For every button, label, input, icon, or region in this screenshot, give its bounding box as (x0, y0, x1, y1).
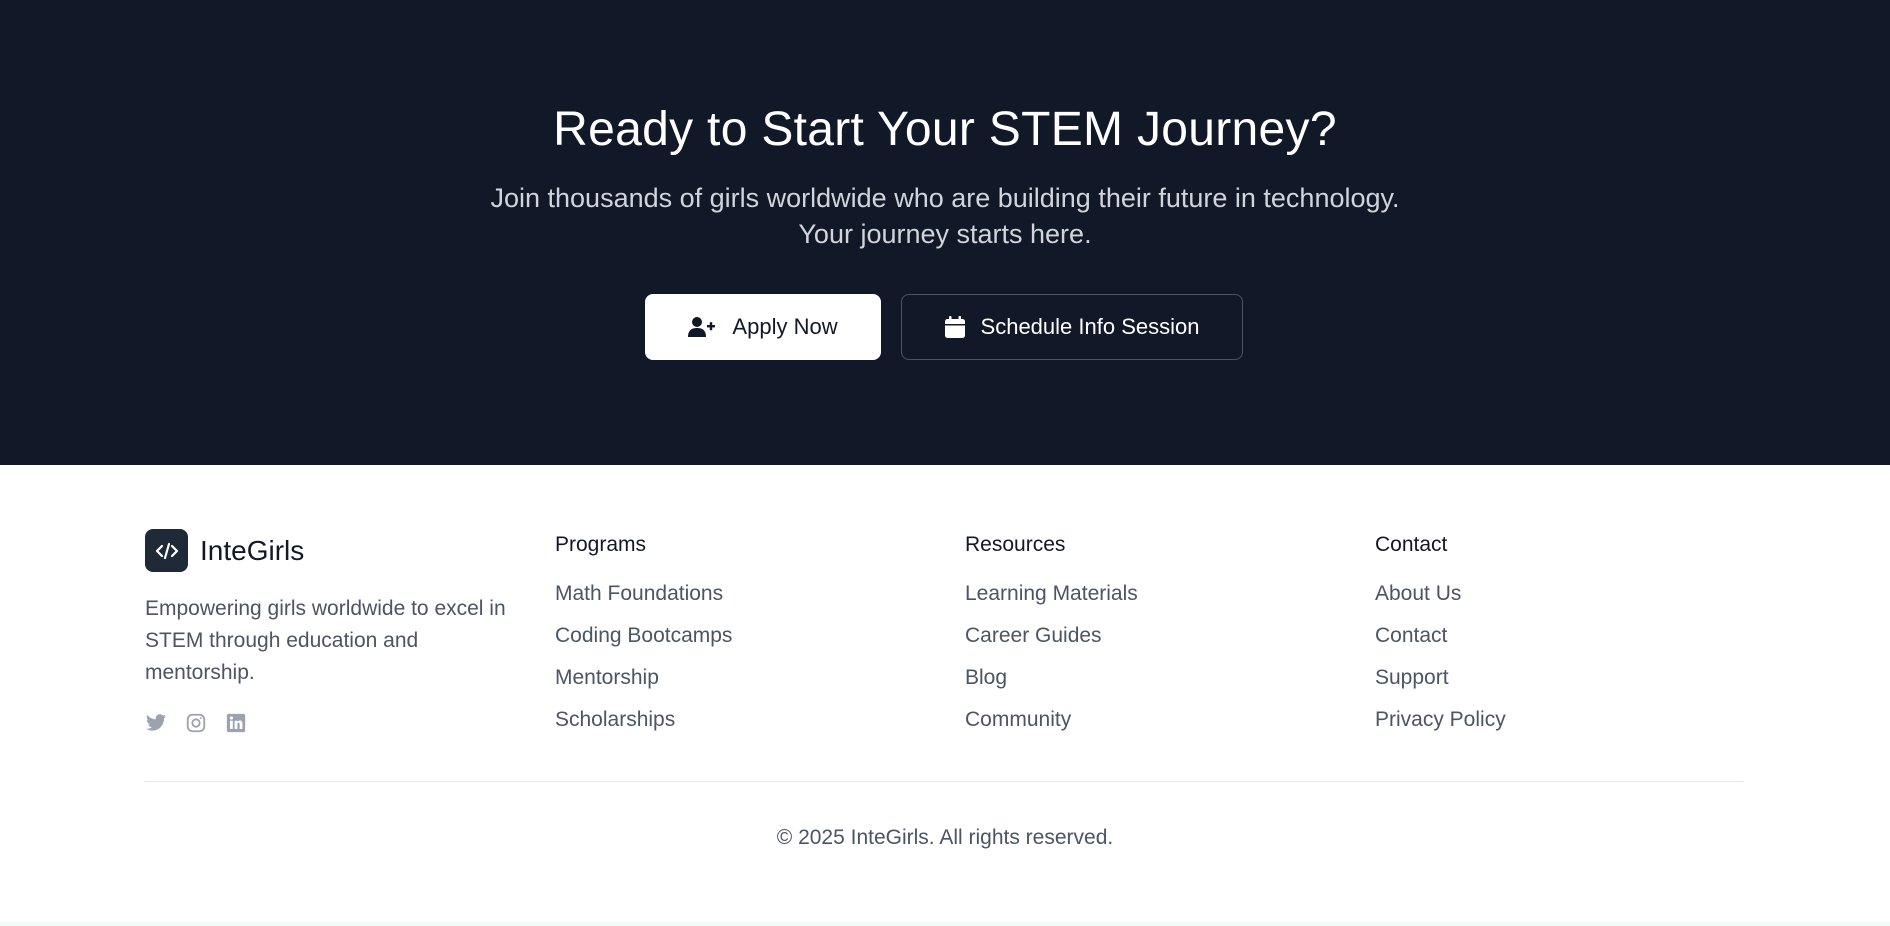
footer-link-support[interactable]: Support (1375, 665, 1506, 707)
cta-subtitle: Join thousands of girls worldwide who ar… (445, 180, 1445, 252)
code-icon (145, 529, 188, 572)
footer-column-contact: Contact About Us Contact Support Privacy… (1375, 533, 1506, 749)
footer-link-community[interactable]: Community (965, 707, 1138, 749)
brand-name: InteGirls (200, 534, 305, 566)
twitter-icon[interactable] (145, 712, 167, 734)
footer-column-programs: Programs Math Foundations Coding Bootcam… (555, 533, 732, 749)
cta-subtitle-line-1: Join thousands of girls worldwide who ar… (490, 183, 1400, 213)
user-plus-icon (688, 316, 716, 338)
footer-link-career-guides[interactable]: Career Guides (965, 623, 1138, 665)
calendar-icon (944, 316, 965, 338)
footer-link-learning-materials[interactable]: Learning Materials (965, 581, 1138, 623)
footer-column-heading: Contact (1375, 533, 1448, 556)
brand-description: Empowering girls worldwide to excel in S… (145, 597, 506, 684)
footer-link-about-us[interactable]: About Us (1375, 581, 1506, 623)
schedule-info-session-button[interactable]: Schedule Info Session (901, 294, 1243, 360)
footer-link-math-foundations[interactable]: Math Foundations (555, 581, 732, 623)
footer-link-mentorship[interactable]: Mentorship (555, 665, 732, 707)
schedule-info-session-label: Schedule Info Session (980, 314, 1200, 339)
footer-link-contact[interactable]: Contact (1375, 623, 1506, 665)
footer-link-privacy-policy[interactable]: Privacy Policy (1375, 707, 1506, 749)
footer-column-resources: Resources Learning Materials Career Guid… (965, 533, 1138, 749)
site-footer: InteGirls Empowering girls worldwide to … (0, 465, 1890, 922)
cta-title: Ready to Start Your STEM Journey? (553, 103, 1337, 156)
social-links (145, 712, 247, 734)
footer-divider (145, 781, 1743, 782)
copyright-text: © 2025 InteGirls. All rights reserved. (776, 826, 1114, 849)
apply-now-button[interactable]: Apply Now (645, 294, 881, 360)
cta-section: Ready to Start Your STEM Journey? Join t… (0, 0, 1890, 465)
instagram-icon[interactable] (185, 712, 207, 734)
page-bottom-edge (0, 922, 1890, 926)
footer-link-scholarships[interactable]: Scholarships (555, 707, 732, 749)
linkedin-icon[interactable] (225, 712, 247, 734)
footer-link-coding-bootcamps[interactable]: Coding Bootcamps (555, 623, 732, 665)
apply-now-label: Apply Now (732, 314, 838, 339)
footer-brand[interactable]: InteGirls (145, 529, 304, 572)
cta-subtitle-line-2: Your journey starts here. (798, 219, 1092, 249)
footer-link-blog[interactable]: Blog (965, 665, 1138, 707)
footer-column-heading: Resources (965, 533, 1066, 556)
footer-column-heading: Programs (555, 533, 647, 556)
